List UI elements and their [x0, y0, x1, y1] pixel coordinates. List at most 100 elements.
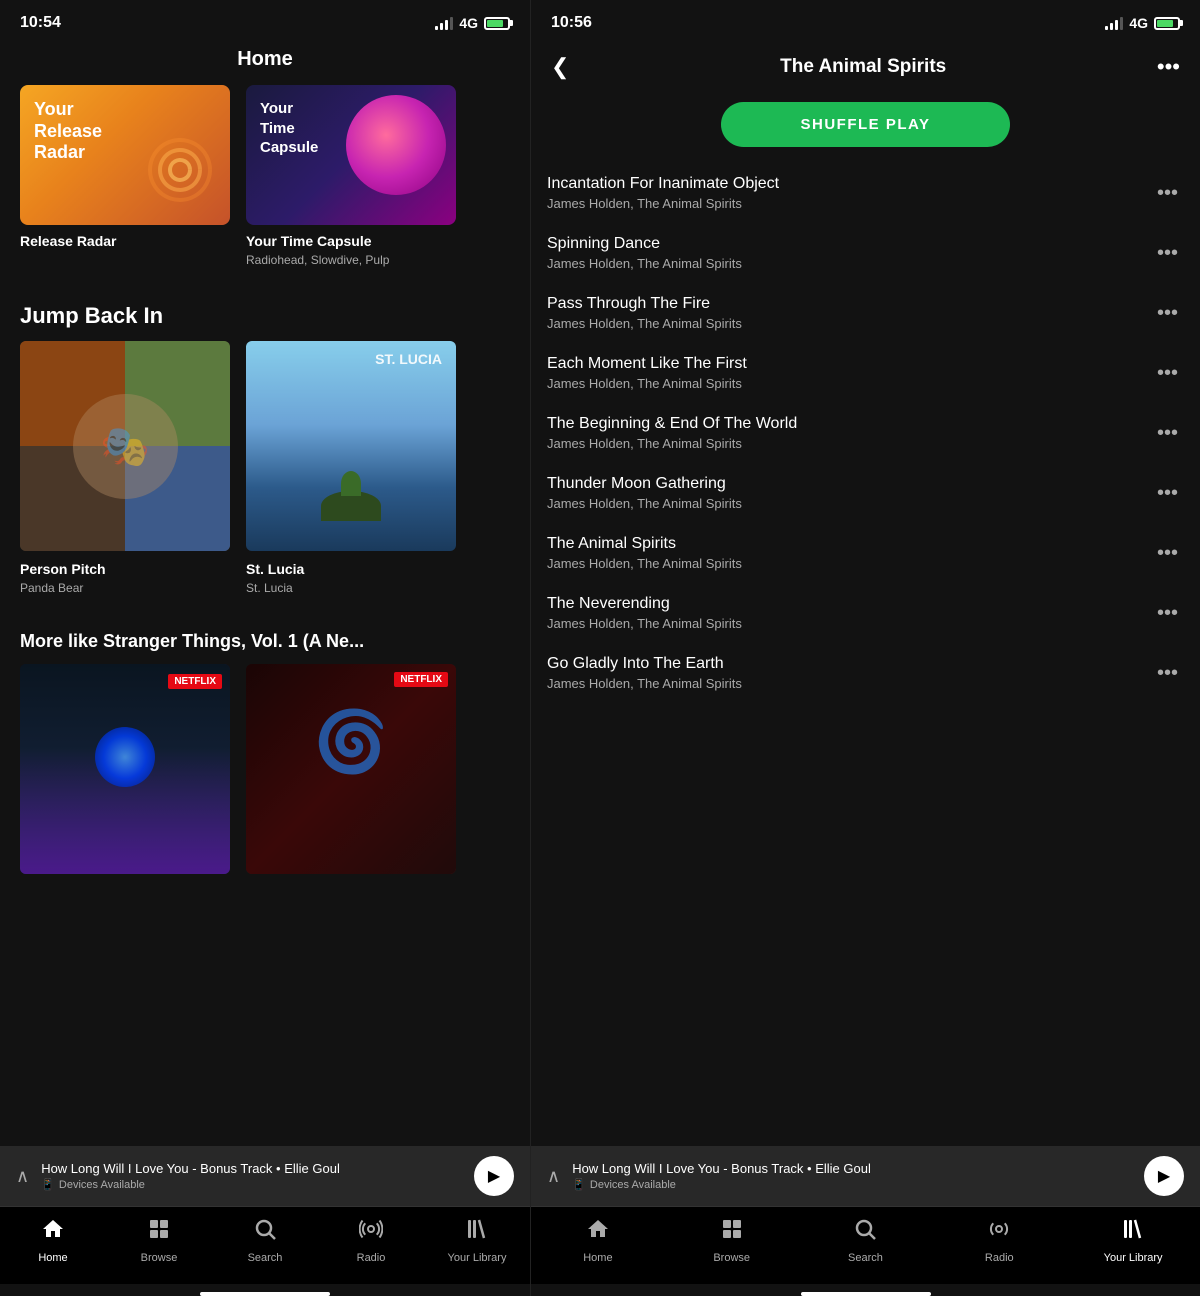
- left-nav-radio[interactable]: Radio: [341, 1217, 401, 1264]
- person-pitch-title: Person Pitch: [20, 561, 230, 577]
- track-name: The Neverending: [547, 595, 1151, 613]
- back-button[interactable]: ❮: [547, 50, 573, 84]
- right-nav-browse[interactable]: Browse: [702, 1217, 762, 1264]
- track-info: The Animal Spirits James Holden, The Ani…: [547, 535, 1151, 571]
- left-nav-browse[interactable]: Browse: [129, 1217, 189, 1264]
- right-nav-search-label: Search: [848, 1252, 883, 1264]
- left-browse-icon: [147, 1217, 171, 1248]
- right-nav-library[interactable]: Your Library: [1103, 1217, 1163, 1264]
- track-more-button[interactable]: •••: [1151, 656, 1184, 691]
- right-nav-library-label: Your Library: [1104, 1252, 1163, 1264]
- left-play-button[interactable]: ▶: [474, 1156, 514, 1196]
- right-search-icon: [853, 1217, 877, 1248]
- left-time: 10:54: [20, 14, 61, 32]
- left-bottom-nav: Home Browse Search Radio Your Library: [0, 1206, 530, 1284]
- track-item[interactable]: The Neverending James Holden, The Animal…: [531, 583, 1200, 643]
- time-capsule-circle: [346, 95, 446, 195]
- left-mini-player[interactable]: ∧ How Long Will I Love You - Bonus Track…: [0, 1146, 530, 1206]
- right-nav-search[interactable]: Search: [835, 1217, 895, 1264]
- track-item[interactable]: The Animal Spirits James Holden, The Ani…: [531, 523, 1200, 583]
- track-item[interactable]: The Beginning & End Of The World James H…: [531, 403, 1200, 463]
- time-capsule-subtitle: Radiohead, Slowdive, Pulp: [246, 253, 456, 267]
- track-more-button[interactable]: •••: [1151, 296, 1184, 331]
- shuffle-play-button[interactable]: SHUFFLE PLAY: [721, 102, 1011, 147]
- left-nav-library-label: Your Library: [448, 1252, 507, 1264]
- track-more-button[interactable]: •••: [1151, 596, 1184, 631]
- track-artist: James Holden, The Animal Spirits: [547, 616, 1151, 631]
- left-mini-player-device: 📱 Devices Available: [41, 1178, 462, 1191]
- right-status-bar: 10:56 4G: [531, 0, 1200, 40]
- left-radio-icon: [359, 1217, 383, 1248]
- right-mini-player-device: 📱 Devices Available: [572, 1178, 1132, 1191]
- left-mini-player-info: How Long Will I Love You - Bonus Track •…: [41, 1161, 462, 1191]
- release-radar-image: YourReleaseRadar: [20, 85, 230, 225]
- track-item[interactable]: Go Gladly Into The Earth James Holden, T…: [531, 643, 1200, 703]
- netflix-badge-2: NETFLIX: [394, 672, 448, 687]
- right-mini-player-info: How Long Will I Love You - Bonus Track •…: [572, 1161, 1132, 1191]
- right-radio-icon: [987, 1217, 1011, 1248]
- right-nav-browse-label: Browse: [713, 1252, 750, 1264]
- shuffle-btn-container: SHUFFLE PLAY: [531, 94, 1200, 163]
- right-home-icon: [586, 1217, 610, 1248]
- track-more-button[interactable]: •••: [1151, 176, 1184, 211]
- left-nav-library[interactable]: Your Library: [447, 1217, 507, 1264]
- left-nav-home-label: Home: [38, 1252, 67, 1264]
- st-lucia-artist: St. Lucia: [246, 581, 456, 595]
- right-nav-home[interactable]: Home: [568, 1217, 628, 1264]
- left-device-icon: 📱: [41, 1178, 55, 1191]
- track-artist: James Holden, The Animal Spirits: [547, 376, 1151, 391]
- st-lucia-title: St. Lucia: [246, 561, 456, 577]
- st-lucia-card[interactable]: ST. LUCIA St. Lucia St. Lucia: [246, 341, 456, 595]
- track-info: Go Gladly Into The Earth James Holden, T…: [547, 655, 1151, 691]
- track-more-button[interactable]: •••: [1151, 416, 1184, 451]
- right-signal-icon: [1105, 16, 1123, 30]
- track-more-button[interactable]: •••: [1151, 536, 1184, 571]
- left-nav-search[interactable]: Search: [235, 1217, 295, 1264]
- right-mini-player[interactable]: ∧ How Long Will I Love You - Bonus Track…: [531, 1146, 1200, 1206]
- stranger-things-card-2[interactable]: NETFLIX 🌀: [246, 664, 456, 884]
- left-home-indicator: [200, 1292, 330, 1296]
- right-network: 4G: [1129, 15, 1148, 31]
- track-more-button[interactable]: •••: [1151, 476, 1184, 511]
- track-artist: James Holden, The Animal Spirits: [547, 256, 1151, 271]
- track-item[interactable]: Thunder Moon Gathering James Holden, The…: [531, 463, 1200, 523]
- time-capsule-title: Your Time Capsule: [246, 233, 456, 249]
- track-more-button[interactable]: •••: [1151, 356, 1184, 391]
- left-mini-player-track: How Long Will I Love You - Bonus Track •…: [41, 1161, 462, 1176]
- left-scroll-content: YourReleaseRadar Release Radar: [0, 85, 530, 1146]
- track-item[interactable]: Each Moment Like The First James Holden,…: [531, 343, 1200, 403]
- left-signal-icon: [435, 16, 453, 30]
- stranger-things-card-1[interactable]: NETFLIX: [20, 664, 230, 884]
- st-lucia-overlay-text: ST. LUCIA: [375, 351, 442, 367]
- release-radar-card[interactable]: YourReleaseRadar Release Radar: [20, 85, 230, 267]
- right-play-button[interactable]: ▶: [1144, 1156, 1184, 1196]
- left-nav-browse-label: Browse: [141, 1252, 178, 1264]
- time-capsule-bg: YourTimeCapsule: [246, 85, 456, 225]
- track-info: Incantation For Inanimate Object James H…: [547, 175, 1151, 211]
- right-home-indicator: [801, 1292, 931, 1296]
- radar-waves-icon: [140, 130, 220, 215]
- right-nav-home-label: Home: [583, 1252, 612, 1264]
- person-pitch-card[interactable]: 🎭 Person Pitch Panda Bear: [20, 341, 230, 595]
- left-page-title: Home: [0, 40, 530, 85]
- person-pitch-art: 🎭: [20, 341, 230, 551]
- track-item[interactable]: Incantation For Inanimate Object James H…: [531, 163, 1200, 223]
- right-mini-player-chevron: ∧: [547, 1166, 560, 1187]
- track-artist: James Holden, The Animal Spirits: [547, 436, 1151, 451]
- left-home-icon: [41, 1217, 65, 1248]
- jump-back-row: 🎭 Person Pitch Panda Bear ST. LUCIA St. …: [0, 341, 530, 615]
- right-battery-icon: [1154, 17, 1180, 30]
- track-item[interactable]: Pass Through The Fire James Holden, The …: [531, 283, 1200, 343]
- track-more-button[interactable]: •••: [1151, 236, 1184, 271]
- left-network: 4G: [459, 15, 478, 31]
- time-capsule-card-text: YourTimeCapsule: [246, 85, 332, 172]
- track-artist: James Holden, The Animal Spirits: [547, 196, 1151, 211]
- track-item[interactable]: Spinning Dance James Holden, The Animal …: [531, 223, 1200, 283]
- more-options-button[interactable]: •••: [1153, 50, 1184, 84]
- time-capsule-card[interactable]: YourTimeCapsule Your Time Capsule Radioh…: [246, 85, 456, 267]
- left-panel: 10:54 4G Home YourReleaseRadar: [0, 0, 530, 1296]
- right-nav-radio[interactable]: Radio: [969, 1217, 1029, 1264]
- jump-back-header: Jump Back In: [0, 287, 530, 341]
- left-nav-home[interactable]: Home: [23, 1217, 83, 1264]
- right-browse-icon: [720, 1217, 744, 1248]
